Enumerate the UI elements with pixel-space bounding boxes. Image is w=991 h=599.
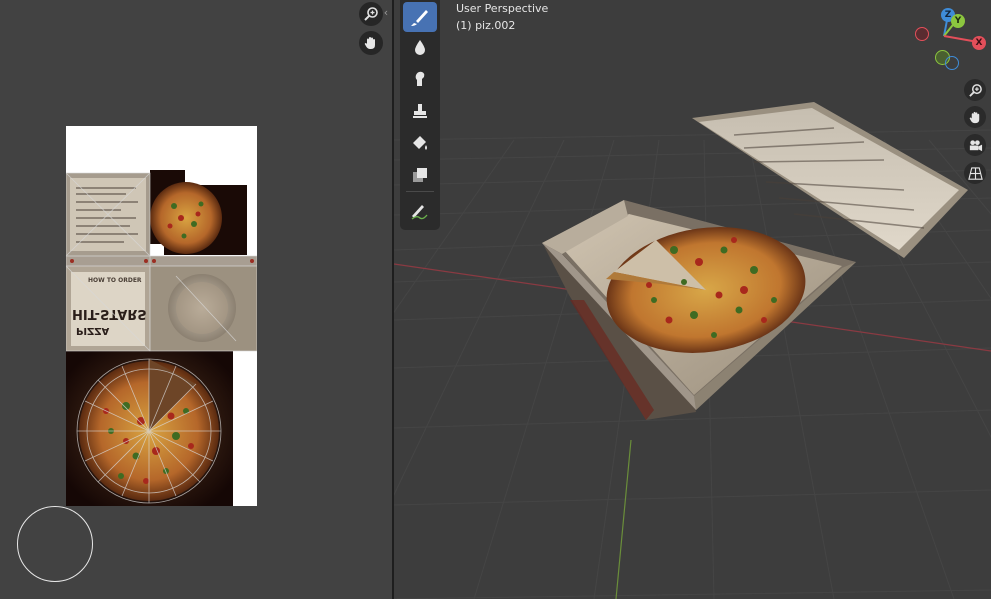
3d-viewport[interactable]: User Perspective (1) piz.002 Z Y X [394,0,991,599]
hand-icon [969,111,979,123]
mask-icon [413,168,427,182]
draw-brush-icon [411,10,428,26]
tool-annotate[interactable] [403,196,437,226]
fill-icon [413,136,427,150]
tool-clone[interactable] [403,96,437,126]
tool-shelf [400,0,440,230]
viewport-ortho-toggle-button[interactable] [964,162,986,184]
texture-how-to-order: HOW TO ORDER [88,277,142,284]
zoom-icon [968,83,982,97]
collapse-toolbar-arrow-icon[interactable]: ‹ [381,6,391,20]
viewport-pan-button[interactable] [964,106,986,128]
viewport-object-label: (1) piz.002 [456,19,516,32]
zoom-icon [364,7,378,21]
navigation-gizmo[interactable]: Z Y X [906,6,990,76]
gizmo-y-ball[interactable]: Y [951,14,965,28]
annotate-icon [411,205,428,220]
texture-atlas-image[interactable]: HOW TO ORDER PIZZA HIT-STARS [66,126,257,506]
viewport-scene[interactable] [394,0,991,599]
tool-fill[interactable] [403,128,437,158]
texture-brand-line1: PIZZA [76,325,110,336]
image-editor-region[interactable]: HOW TO ORDER PIZZA HIT-STARS [0,0,392,599]
viewport-zoom-button[interactable] [964,79,986,101]
viewport-mode-label: User Perspective [456,2,549,15]
tool-draw[interactable] [403,2,437,32]
grid-perspective-icon [967,166,983,180]
tool-smear[interactable] [403,64,437,94]
camera-icon [969,139,982,151]
hand-icon [364,37,375,49]
pan-view-button[interactable] [359,31,383,55]
gizmo-neg-x-ball[interactable] [915,27,929,41]
soften-icon [415,40,425,55]
zoom-view-button[interactable] [359,2,383,26]
texture-brand-line2: HIT-STARS [72,306,147,321]
tool-soften[interactable] [403,32,437,62]
tool-separator [406,191,434,192]
gizmo-x-ball[interactable]: X [972,36,986,50]
smear-icon [415,71,425,86]
viewport-camera-button[interactable] [964,134,986,156]
brush-cursor-circle [17,506,93,582]
gizmo-neg-z-ball[interactable] [945,56,959,70]
tool-mask[interactable] [403,160,437,190]
clone-stamp-icon [413,104,427,118]
